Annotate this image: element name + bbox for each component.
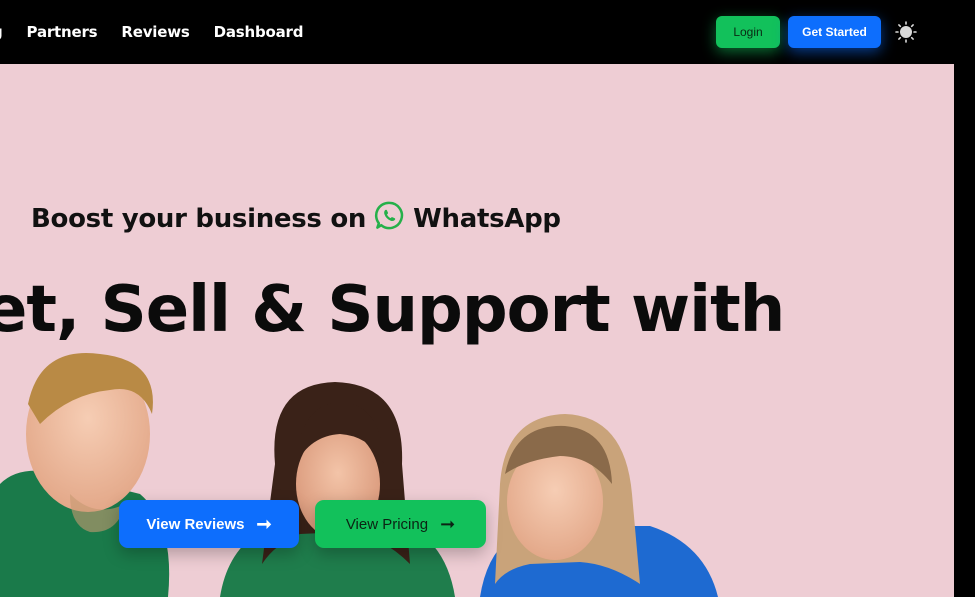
nav-link-reviews[interactable]: Reviews: [121, 23, 189, 41]
view-reviews-button[interactable]: View Reviews ➞: [119, 500, 299, 548]
top-navbar: g Partners Reviews Dashboard Login Get S…: [0, 0, 975, 64]
hero-subtitle: Boost your business on WhatsApp: [31, 200, 561, 238]
whatsapp-icon: [374, 200, 405, 238]
nav-link-partial[interactable]: g: [0, 23, 3, 41]
view-reviews-label: View Reviews: [146, 515, 245, 533]
get-started-button[interactable]: Get Started: [788, 16, 881, 48]
view-pricing-label: View Pricing: [345, 515, 429, 533]
nav-link-dashboard[interactable]: Dashboard: [214, 23, 304, 41]
subtitle-brand: WhatsApp: [413, 204, 561, 234]
subtitle-prefix: Boost your business on: [31, 204, 367, 234]
hero-section: Boost your business on WhatsApp et, Sell…: [0, 64, 954, 597]
arrow-right-icon: ➞: [256, 514, 272, 534]
scrollbar-track[interactable]: [954, 64, 975, 597]
nav-links: g Partners Reviews Dashboard: [0, 0, 327, 64]
sun-icon[interactable]: [893, 19, 919, 45]
view-pricing-button[interactable]: View Pricing ➞: [315, 500, 486, 548]
nav-actions: Login Get Started: [716, 16, 919, 48]
login-button[interactable]: Login: [716, 16, 780, 48]
hero-headline: et, Sell & Support with: [0, 273, 785, 347]
nav-link-partners[interactable]: Partners: [27, 23, 98, 41]
arrow-right-icon: ➞: [440, 514, 456, 534]
